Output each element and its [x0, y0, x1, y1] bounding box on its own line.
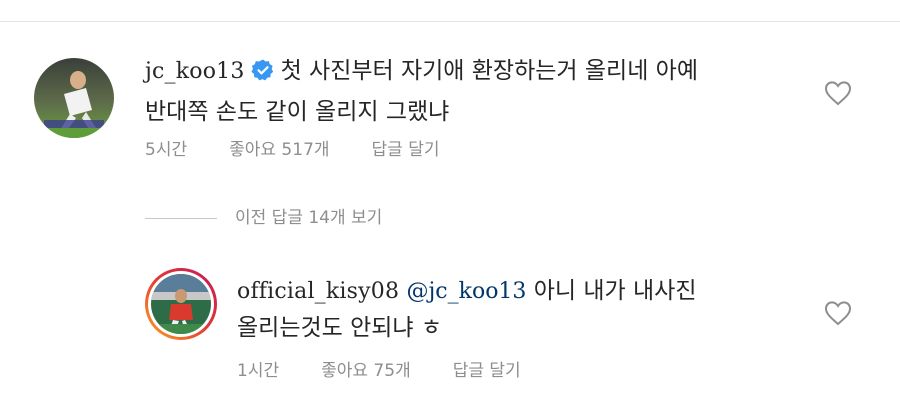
comment-username[interactable]: jc_koo13	[145, 59, 245, 84]
comment-body: jc_koo13 첫 사진부터 자기애 환장하는거 올리네 아예 반대쪽 손도 같…	[145, 53, 785, 131]
comment-text-line2: 반대쪽 손도 같이 올리지 그랬냐	[145, 99, 450, 125]
reply-username[interactable]: official_kisy08	[237, 279, 399, 304]
reply-text-line2: 올리는것도 안되냐 ㅎ	[237, 315, 443, 341]
comment-time[interactable]: 5시간	[145, 140, 187, 160]
view-replies-line	[145, 217, 217, 219]
reply-text-line1: 아니 내가 내사진	[533, 278, 697, 304]
reply-body: official_kisy08 @jc_koo13 아니 내가 내사진 올리는것…	[237, 273, 797, 347]
reply-likes[interactable]: 좋아요 75개	[321, 361, 411, 381]
top-divider	[0, 21, 900, 22]
avatar-story-ring[interactable]	[145, 268, 217, 340]
reply-button[interactable]: 답글 달기	[453, 361, 521, 381]
verified-badge-icon	[250, 57, 275, 94]
reply-button[interactable]: 답글 달기	[372, 140, 440, 160]
comment-likes[interactable]: 좋아요 517개	[229, 140, 329, 160]
heart-icon[interactable]	[824, 80, 852, 106]
comment-text-line1: 첫 사진부터 자기애 환장하는거 올리네 아예	[280, 58, 698, 84]
reply-time[interactable]: 1시간	[237, 361, 279, 381]
view-replies-label: 이전 답글 14개 보기	[235, 208, 383, 228]
avatar	[151, 274, 211, 334]
heart-icon[interactable]	[824, 300, 852, 326]
reply-meta: 1시간 좋아요 75개 답글 달기	[237, 356, 563, 381]
avatar[interactable]	[34, 58, 114, 138]
reply-mention-link[interactable]: @jc_koo13	[406, 279, 526, 304]
comment-meta: 5시간 좋아요 517개 답글 달기	[145, 135, 482, 160]
view-replies-button[interactable]: 이전 답글 14개 보기	[145, 203, 382, 228]
